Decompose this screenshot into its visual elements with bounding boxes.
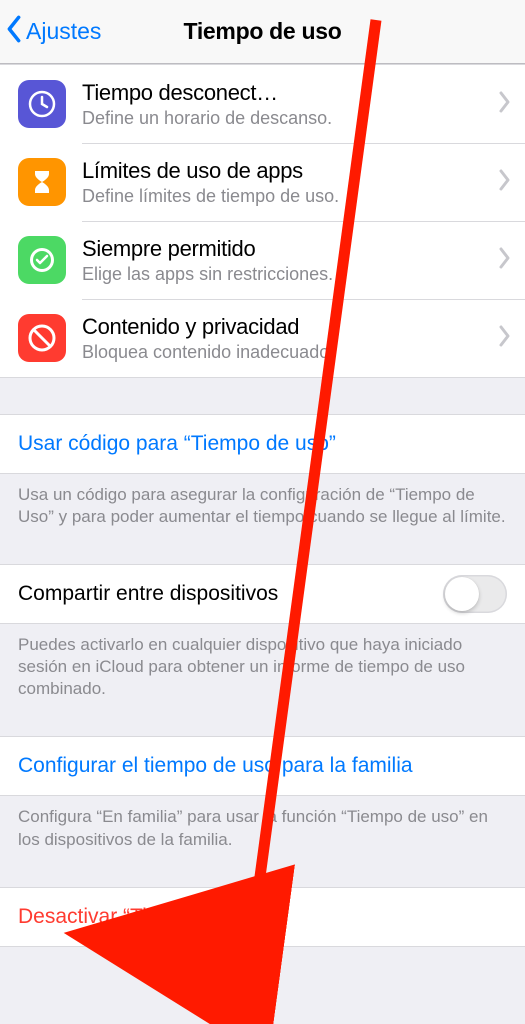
- link-label: Desactivar “Tiempo de uso”: [18, 905, 275, 929]
- option-subtitle: Elige las apps sin restricciones.: [82, 264, 499, 285]
- disable-screen-time-link[interactable]: Desactivar “Tiempo de uso”: [0, 887, 525, 947]
- option-subtitle: Define un horario de descanso.: [82, 108, 499, 129]
- option-downtime[interactable]: Tiempo desconect… Define un horario de d…: [0, 65, 525, 143]
- passcode-note: Usa un código para asegurar la configura…: [0, 474, 525, 538]
- no-entry-icon: [18, 314, 66, 362]
- option-content-privacy[interactable]: Contenido y privacidad Bloquea contenido…: [0, 299, 525, 377]
- family-note: Configura “En familia” para usar la func…: [0, 796, 525, 860]
- checkmark-seal-icon: [18, 236, 66, 284]
- chevron-right-icon: [499, 168, 511, 197]
- screen-time-options: Tiempo desconect… Define un horario de d…: [0, 64, 525, 378]
- option-subtitle: Bloquea contenido inadecuado.: [82, 342, 499, 363]
- share-label: Compartir entre dispositivos: [18, 582, 278, 606]
- chevron-right-icon: [499, 246, 511, 275]
- share-between-devices-row[interactable]: Compartir entre dispositivos: [0, 564, 525, 624]
- back-button[interactable]: Ajustes: [6, 15, 101, 49]
- chevron-left-icon: [6, 15, 22, 49]
- option-app-limits[interactable]: Límites de uso de apps Define límites de…: [0, 143, 525, 221]
- share-toggle[interactable]: [443, 575, 507, 613]
- link-label: Usar código para “Tiempo de uso”: [18, 432, 336, 456]
- option-title: Siempre permitido: [82, 236, 499, 262]
- clock-icon: [18, 80, 66, 128]
- setup-family-link[interactable]: Configurar el tiempo de uso para la fami…: [0, 736, 525, 796]
- option-always-allowed[interactable]: Siempre permitido Elige las apps sin res…: [0, 221, 525, 299]
- share-note: Puedes activarlo en cualquier dispositiv…: [0, 624, 525, 710]
- chevron-right-icon: [499, 90, 511, 119]
- option-title: Contenido y privacidad: [82, 314, 499, 340]
- option-subtitle: Define límites de tiempo de uso.: [82, 186, 499, 207]
- hourglass-icon: [18, 158, 66, 206]
- page-title: Tiempo de uso: [184, 18, 342, 45]
- link-label: Configurar el tiempo de uso para la fami…: [18, 754, 413, 778]
- option-title: Tiempo desconect…: [82, 80, 499, 106]
- navigation-bar: Ajustes Tiempo de uso: [0, 0, 525, 64]
- chevron-right-icon: [499, 324, 511, 353]
- option-title: Límites de uso de apps: [82, 158, 499, 184]
- back-label: Ajustes: [26, 18, 101, 45]
- use-passcode-link[interactable]: Usar código para “Tiempo de uso”: [0, 414, 525, 474]
